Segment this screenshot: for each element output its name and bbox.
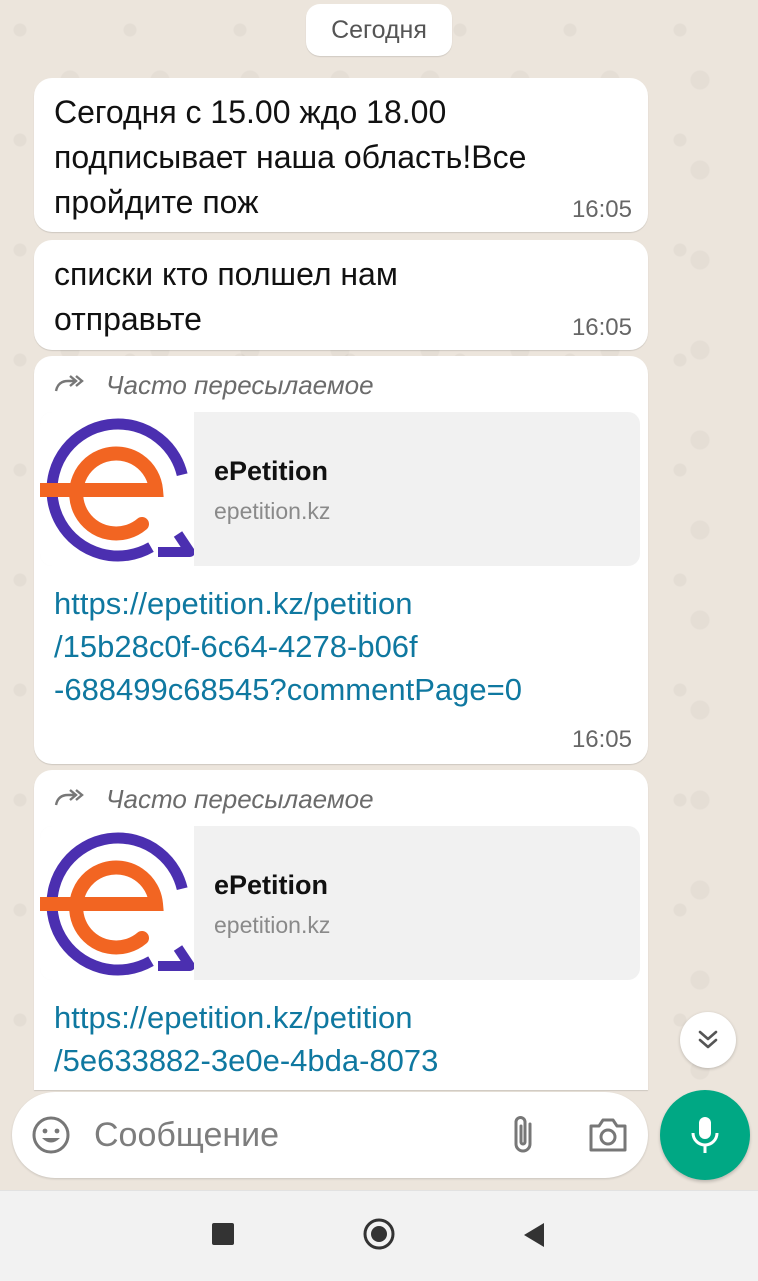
preview-domain: epetition.kz <box>214 912 331 938</box>
message-link[interactable]: https://epetition.kz/petition /15b28c0f-… <box>54 582 634 711</box>
message-bubble[interactable]: списки кто полшел нам отправьте 16:05 <box>34 240 648 350</box>
link-line: https://epetition.kz/petition <box>54 586 413 621</box>
message-composer: Сообщение <box>12 1092 648 1178</box>
triangle-back-icon[interactable] <box>522 1221 548 1249</box>
forwarded-arrows-icon <box>54 375 84 392</box>
forwarded-indicator: Часто пересылаемое <box>54 368 374 402</box>
paperclip-icon[interactable] <box>506 1114 542 1156</box>
message-text: Сегодня с 15.00 ждо 18.00 подписывает на… <box>54 90 614 225</box>
double-chevron-down-icon <box>698 1030 718 1049</box>
date-separator: Сегодня <box>306 4 452 56</box>
preview-title: ePetition <box>214 456 329 486</box>
microphone-icon <box>691 1117 719 1153</box>
camera-icon[interactable] <box>586 1114 630 1156</box>
message-line: подписывает наша область!Все <box>54 139 527 175</box>
forwarded-arrows-icon <box>54 789 84 806</box>
system-navigation-bar <box>0 1190 758 1281</box>
voice-message-button[interactable] <box>660 1090 750 1180</box>
message-text: списки кто полшел нам отправьте <box>54 252 614 342</box>
forwarded-indicator: Часто пересылаемое <box>54 782 374 816</box>
link-preview[interactable]: ePetition epetition.kz <box>40 826 640 980</box>
square-recents-icon[interactable] <box>210 1221 236 1247</box>
epetition-logo <box>40 826 195 980</box>
forwarded-label: Часто пересылаемое <box>106 369 374 400</box>
message-time: 16:05 <box>571 314 632 341</box>
message-bubble[interactable]: Часто пересылаемое ePetition epetition.k… <box>34 356 648 764</box>
link-line: /5e633882-3e0e-4bda-8073 <box>54 1043 439 1078</box>
link-preview[interactable]: ePetition epetition.kz <box>40 412 640 566</box>
preview-domain: epetition.kz <box>214 498 331 524</box>
emoji-icon[interactable] <box>30 1114 72 1156</box>
link-line: https://epetition.kz/petition <box>54 1000 413 1035</box>
scroll-to-bottom-button[interactable] <box>680 1012 736 1068</box>
message-time: 16:05 <box>571 196 632 223</box>
message-time: 16:05 <box>571 726 632 753</box>
message-link[interactable]: https://epetition.kz/petition /5e633882-… <box>54 996 634 1082</box>
message-bubble[interactable]: Часто пересылаемое ePetition epetition.k… <box>34 770 648 1090</box>
preview-title: ePetition <box>214 870 329 900</box>
message-bubble[interactable]: Сегодня с 15.00 ждо 18.00 подписывает на… <box>34 78 648 232</box>
date-label: Сегодня <box>331 15 427 44</box>
message-line: пройдите пож <box>54 184 259 220</box>
message-line: списки кто полшел нам <box>54 256 398 292</box>
message-input[interactable]: Сообщение <box>94 1116 279 1155</box>
circle-home-icon[interactable] <box>362 1217 396 1251</box>
message-line: отправьте <box>54 301 202 337</box>
forwarded-label: Часто пересылаемое <box>106 783 374 814</box>
link-line: -688499c68545?commentPage=0 <box>54 672 522 707</box>
message-line: Сегодня с 15.00 ждо 18.00 <box>54 94 447 130</box>
link-line: /15b28c0f-6c64-4278-b06f <box>54 629 418 664</box>
epetition-logo <box>40 412 195 566</box>
